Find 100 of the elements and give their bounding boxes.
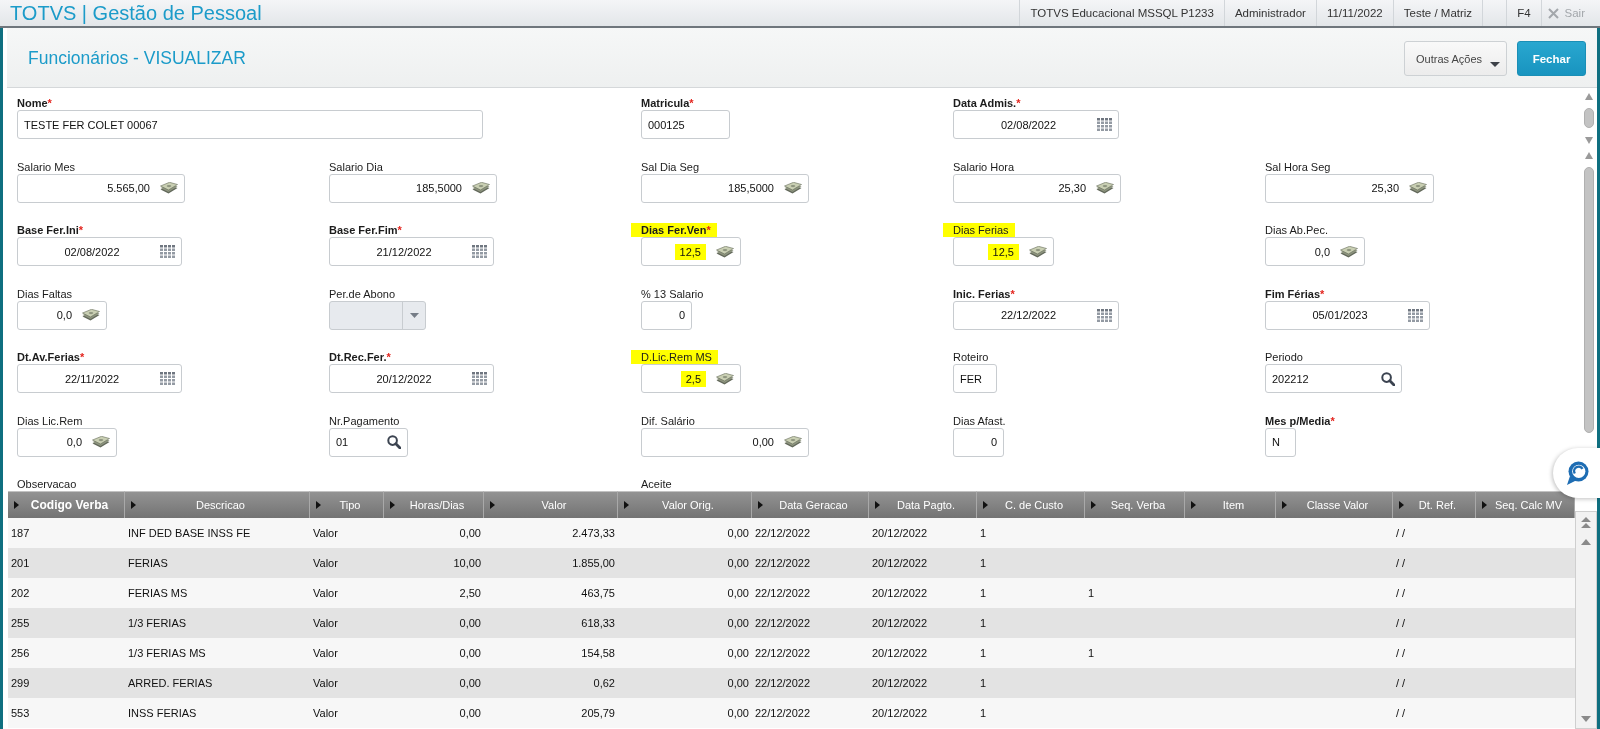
column-header[interactable]: Item [1185,491,1276,518]
date-field[interactable]: 20/12/2022 [329,364,494,393]
table-cell-text: 255 [10,616,31,631]
search-icon[interactable] [387,435,401,449]
text-field[interactable]: TESTE FER COLET 00067 [17,110,483,139]
number-field[interactable]: 0 [953,427,1004,457]
scroll-up-icon[interactable] [1585,152,1593,159]
search-icon[interactable] [1381,371,1395,386]
currency-field[interactable]: 12,5 [953,237,1054,266]
column-header[interactable]: Codigo Verba [8,491,125,518]
currency-field[interactable]: 12,5 [641,237,741,266]
money-icon[interactable] [92,436,110,448]
column-header[interactable]: Horas/Dias [384,491,484,518]
calendar-icon[interactable] [160,372,175,385]
currency-field[interactable]: 185,5000 [641,173,809,203]
scroll-up-icon[interactable] [1585,93,1593,100]
table-row[interactable]: 202 FERIAS MS Valor 2,50 463,75 0,00 22/12/2022 20/12/2022 1 1 / / [8,578,1575,608]
scrollbar-thumb[interactable] [1584,108,1594,128]
table-cell-text: INSS FERIAS [127,706,198,721]
number-field[interactable]: 0 [641,300,692,330]
lookup-field[interactable]: 202212 [1265,364,1402,393]
column-header[interactable]: Valor Orig. [618,491,752,518]
column-header[interactable]: Classe Valor [1276,491,1393,518]
table-row[interactable]: 255 1/3 FERIAS Valor 0,00 618,33 0,00 22/12/2022 20/12/2022 1 / / [8,608,1575,638]
currency-field[interactable]: 2,5 [641,364,741,393]
table-cell-text: 205,79 [580,706,616,721]
shortcut-button[interactable]: F4 [1507,0,1541,26]
calendar-icon[interactable] [1408,308,1423,322]
column-header[interactable]: Seq. Verba [1085,491,1185,518]
scrollbar-thumb[interactable] [1584,167,1594,433]
currency-field[interactable]: 0,0 [1265,237,1365,266]
top-bar-item[interactable]: TOTVS Educacional MSSQL P1233 [1020,0,1224,26]
money-icon[interactable] [160,182,178,194]
top-bar-item[interactable]: Teste / Matriz [1393,0,1483,26]
scroll-up-icon[interactable] [1581,539,1591,545]
table-row[interactable]: 187 INF DED BASE INSS FE Valor 0,00 2.473,33 0,00 22/12/2022 20/12/2022 1 / / [8,518,1575,548]
money-icon[interactable] [784,436,802,448]
date-field[interactable]: 22/11/2022 [17,364,182,393]
text-field[interactable]: 000125 [641,110,730,139]
table-row[interactable]: 201 FERIAS Valor 10,00 1.855,00 0,00 22/12/2022 20/12/2022 1 / / [8,548,1575,578]
text-field[interactable]: FER [953,364,997,393]
table-cell-text: 0,00 [458,706,482,721]
table-row[interactable]: 553 INSS FERIAS Valor 0,00 205,79 0,00 22/12/2022 20/12/2022 1 / / [8,698,1575,728]
table-cell-text: 22/12/2022 [754,616,812,631]
money-icon[interactable] [1340,245,1358,258]
calendar-icon[interactable] [472,372,487,385]
date-field[interactable]: 02/08/2022 [17,237,182,266]
table-row[interactable]: 256 1/3 FERIAS MS Valor 0,00 154,58 0,00 22/12/2022 20/12/2022 1 1 / / [8,638,1575,668]
top-bar-item[interactable]: 11/11/2022 [1316,0,1393,26]
caret-icon [1191,501,1196,509]
money-icon[interactable] [716,372,734,385]
table-cell-text: 22/12/2022 [754,676,812,691]
date-field[interactable]: 22/12/2022 [953,300,1119,330]
money-icon[interactable] [1096,182,1114,194]
currency-field[interactable]: 25,30 [953,173,1121,203]
money-icon[interactable] [784,182,802,194]
money-icon[interactable] [1029,245,1047,258]
currency-field[interactable]: 5.565,00 [17,173,185,203]
chat-bubble-icon [1566,461,1590,485]
currency-field[interactable]: 0,0 [17,427,117,457]
column-header[interactable]: C. de Custo [977,491,1085,518]
date-field[interactable]: 05/01/2023 [1265,300,1430,330]
field-label: Base Fer.Ini* [17,223,84,237]
calendar-icon[interactable] [472,245,487,258]
table-cell-text: Valor [312,706,339,721]
money-icon[interactable] [716,245,734,258]
column-header[interactable]: Dt. Ref. [1393,491,1476,518]
money-icon[interactable] [1409,182,1427,194]
text-field[interactable]: N [1265,427,1296,457]
currency-field[interactable]: 25,30 [1265,173,1434,203]
scroll-down-icon[interactable] [1585,137,1593,144]
caret-icon [14,501,19,509]
calendar-icon[interactable] [160,245,175,258]
table-row[interactable]: 299 ARRED. FERIAS Valor 0,00 0,62 0,00 22/12/2022 20/12/2022 1 / / [8,668,1575,698]
scroll-down-icon[interactable] [1581,716,1591,722]
column-header[interactable]: Seq. Calc MV [1476,491,1575,518]
column-header[interactable]: Data Pagto. [869,491,977,518]
column-header[interactable]: Descricao [125,491,310,518]
money-icon[interactable] [82,309,100,321]
date-field[interactable]: 21/12/2022 [329,237,494,266]
lookup-field[interactable]: 01 [329,427,408,457]
table-cell-text: 553 [10,706,31,721]
top-bar-item[interactable]: Administrador [1224,0,1316,26]
chat-button[interactable] [1553,448,1600,498]
currency-field[interactable]: 185,5000 [329,173,497,203]
actions-menu-button[interactable]: Outras Ações [1404,41,1507,76]
vertical-scrollbar[interactable] [1575,511,1597,729]
calendar-icon[interactable] [1097,308,1112,322]
money-icon[interactable] [472,182,490,194]
column-header[interactable]: Tipo [310,491,384,518]
column-header[interactable]: Valor [484,491,618,518]
calendar-icon[interactable] [1097,118,1112,131]
dropdown-field[interactable] [329,300,426,330]
scroll-to-top-icon[interactable] [1581,517,1591,529]
column-header[interactable]: Data Geracao [752,491,869,518]
caret-icon[interactable] [409,312,419,318]
currency-field[interactable]: 0,0 [17,300,107,330]
field-label: Roteiro [953,350,989,364]
date-field[interactable]: 02/08/2022 [953,110,1119,139]
currency-field[interactable]: 0,00 [641,427,809,457]
